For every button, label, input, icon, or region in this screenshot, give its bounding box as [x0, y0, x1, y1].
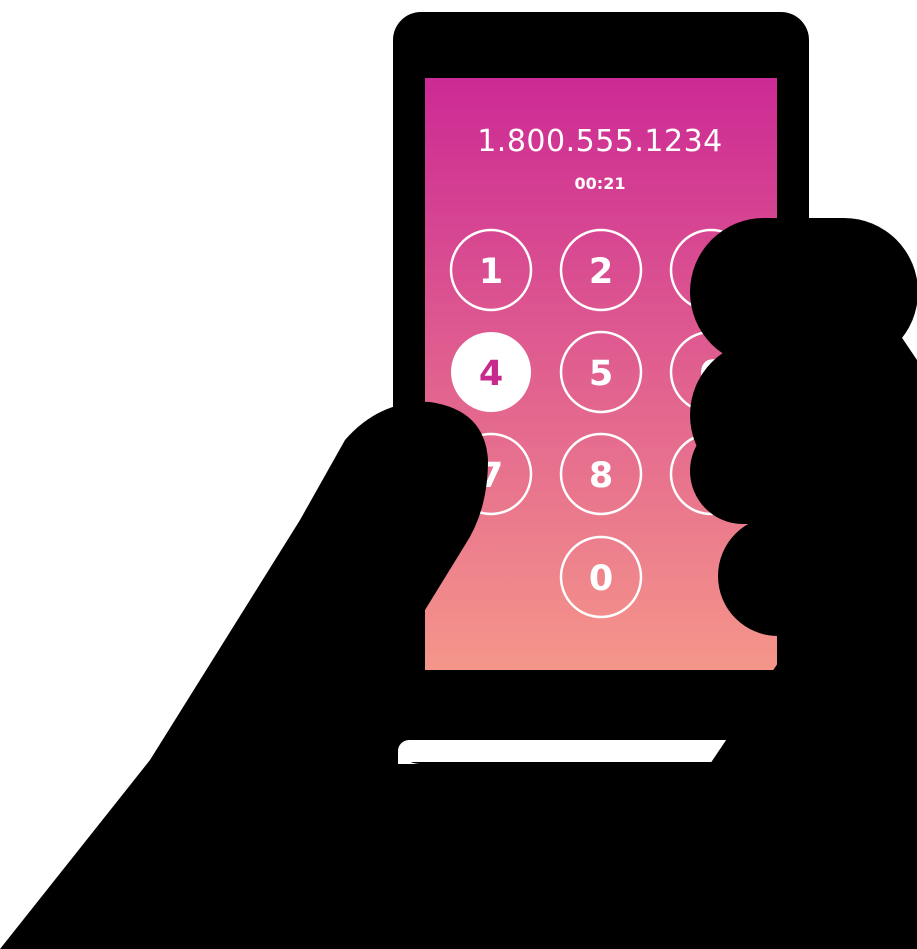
illustration-canvas: 1.800.555.1234 00:21 1234567890 [0, 0, 917, 949]
dialpad-key-digit: 4 [479, 354, 503, 394]
call-duration-timer: 00:21 [575, 174, 626, 193]
dialpad-key-4[interactable]: 4 [451, 332, 531, 412]
phone-in-hand-illustration: 1.800.555.1234 00:21 1234567890 [0, 12, 917, 949]
dialed-phone-number: 1.800.555.1234 [477, 124, 723, 159]
dialpad-key-digit: 0 [589, 559, 613, 599]
dialpad-key-digit: 5 [589, 354, 613, 394]
finger-3 [690, 418, 917, 524]
dialpad-key-digit: 2 [589, 252, 613, 292]
finger-4 [718, 516, 917, 636]
dialpad-key-digit: 1 [479, 252, 503, 292]
dialpad-key-digit: 8 [589, 456, 613, 496]
